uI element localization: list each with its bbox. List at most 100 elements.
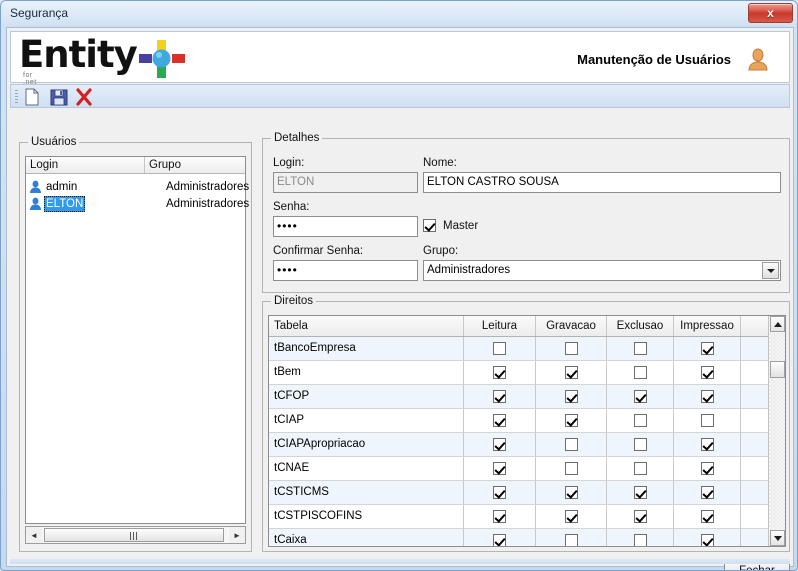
- table-cell-gravacao[interactable]: [536, 505, 607, 528]
- exclusao-checkbox[interactable]: [633, 462, 647, 475]
- table-row[interactable]: tCIAPApropriacao: [269, 433, 770, 457]
- table-cell-leitura[interactable]: [464, 361, 536, 384]
- table-cell-leitura[interactable]: [464, 337, 536, 360]
- direitos-grid[interactable]: Tabela Leitura Gravacao Exclusao Impress…: [268, 315, 786, 547]
- table-cell-impressao[interactable]: [674, 409, 741, 432]
- users-list[interactable]: Login Grupo admin Administradores ELTON …: [25, 156, 249, 524]
- users-column-login[interactable]: Login: [26, 157, 145, 173]
- table-row[interactable]: tCNAE: [269, 457, 770, 481]
- gravacao-checkbox[interactable]: [564, 462, 578, 475]
- leitura-checkbox[interactable]: [493, 414, 506, 427]
- table-cell-impressao[interactable]: [674, 505, 741, 528]
- new-button[interactable]: [22, 88, 42, 106]
- master-checkbox[interactable]: Master: [423, 219, 478, 232]
- gravacao-checkbox[interactable]: [564, 414, 578, 427]
- scroll-up-arrow-icon[interactable]: [770, 316, 785, 332]
- table-cell-gravacao[interactable]: [536, 457, 607, 480]
- exclusao-checkbox[interactable]: [633, 366, 647, 379]
- table-cell-impressao[interactable]: [674, 385, 741, 408]
- table-cell-exclusao[interactable]: [607, 409, 674, 432]
- table-cell-gravacao[interactable]: [536, 409, 607, 432]
- chevron-down-icon[interactable]: [762, 262, 779, 279]
- table-cell-exclusao[interactable]: [607, 481, 674, 504]
- exclusao-checkbox[interactable]: [633, 390, 647, 403]
- leitura-checkbox[interactable]: [493, 366, 506, 379]
- senha-input[interactable]: ••••: [273, 216, 418, 237]
- table-cell-exclusao[interactable]: [607, 337, 674, 360]
- exclusao-checkbox[interactable]: [633, 414, 647, 427]
- table-cell-exclusao[interactable]: [607, 529, 674, 546]
- table-row[interactable]: tCFOP: [269, 385, 770, 409]
- master-checkbox-box[interactable]: [423, 219, 436, 232]
- table-cell-impressao[interactable]: [674, 481, 741, 504]
- gravacao-checkbox[interactable]: [564, 534, 578, 546]
- exclusao-checkbox[interactable]: [633, 510, 647, 523]
- leitura-checkbox[interactable]: [493, 390, 506, 403]
- table-cell-impressao[interactable]: [674, 337, 741, 360]
- leitura-checkbox[interactable]: [493, 342, 506, 355]
- gravacao-checkbox[interactable]: [564, 342, 578, 355]
- table-cell-leitura[interactable]: [464, 505, 536, 528]
- scroll-down-arrow-icon[interactable]: [770, 530, 785, 546]
- leitura-checkbox[interactable]: [493, 462, 506, 475]
- grid-column-tabela[interactable]: Tabela: [269, 316, 464, 336]
- table-row[interactable]: tCaixa: [269, 529, 770, 546]
- nome-input[interactable]: ELTON CASTRO SOUSA: [423, 172, 781, 193]
- impressao-checkbox[interactable]: [700, 486, 714, 499]
- table-cell-leitura[interactable]: [464, 481, 536, 504]
- table-cell-leitura[interactable]: [464, 385, 536, 408]
- table-cell-exclusao[interactable]: [607, 505, 674, 528]
- login-input[interactable]: ELTON: [273, 172, 418, 193]
- gravacao-checkbox[interactable]: [564, 390, 578, 403]
- impressao-checkbox[interactable]: [700, 462, 714, 475]
- table-cell-exclusao[interactable]: [607, 385, 674, 408]
- table-row[interactable]: tBancoEmpresa: [269, 337, 770, 361]
- gravacao-checkbox[interactable]: [564, 366, 578, 379]
- grupo-select[interactable]: Administradores: [423, 260, 781, 281]
- gravacao-checkbox[interactable]: [564, 438, 578, 451]
- table-cell-impressao[interactable]: [674, 361, 741, 384]
- delete-button[interactable]: [74, 88, 94, 106]
- leitura-checkbox[interactable]: [493, 438, 506, 451]
- direitos-vertical-scrollbar[interactable]: [768, 316, 785, 546]
- impressao-checkbox[interactable]: [700, 366, 714, 379]
- grid-column-gravacao[interactable]: Gravacao: [536, 316, 607, 336]
- list-item[interactable]: ELTON Administradores: [26, 196, 249, 212]
- leitura-checkbox[interactable]: [493, 486, 506, 499]
- leitura-checkbox[interactable]: [493, 510, 506, 523]
- exclusao-checkbox[interactable]: [633, 438, 647, 451]
- scroll-thumb[interactable]: [770, 361, 785, 378]
- list-item[interactable]: admin Administradores: [26, 179, 249, 195]
- gravacao-checkbox[interactable]: [564, 510, 578, 523]
- exclusao-checkbox[interactable]: [633, 534, 647, 546]
- scroll-left-arrow-icon[interactable]: ◄: [26, 527, 42, 543]
- table-cell-gravacao[interactable]: [536, 337, 607, 360]
- grid-column-exclusao[interactable]: Exclusao: [607, 316, 674, 336]
- impressao-checkbox[interactable]: [700, 438, 714, 451]
- toolbar-grip-icon[interactable]: [15, 90, 18, 104]
- table-cell-leitura[interactable]: [464, 409, 536, 432]
- table-cell-leitura[interactable]: [464, 529, 536, 546]
- impressao-checkbox[interactable]: [700, 414, 714, 427]
- table-row[interactable]: tCSTICMS: [269, 481, 770, 505]
- confirmar-senha-input[interactable]: ••••: [273, 260, 418, 281]
- table-cell-gravacao[interactable]: [536, 385, 607, 408]
- exclusao-checkbox[interactable]: [633, 486, 647, 499]
- table-cell-impressao[interactable]: [674, 457, 741, 480]
- exclusao-checkbox[interactable]: [633, 342, 647, 355]
- scroll-track[interactable]: [42, 527, 229, 543]
- close-button[interactable]: x: [748, 3, 793, 23]
- table-cell-gravacao[interactable]: [536, 361, 607, 384]
- impressao-checkbox[interactable]: [700, 510, 714, 523]
- scroll-right-arrow-icon[interactable]: ►: [229, 527, 245, 543]
- table-cell-impressao[interactable]: [674, 433, 741, 456]
- table-row[interactable]: tBem: [269, 361, 770, 385]
- save-button[interactable]: [49, 88, 69, 106]
- scroll-thumb[interactable]: [44, 528, 224, 542]
- grid-column-leitura[interactable]: Leitura: [464, 316, 536, 336]
- table-cell-gravacao[interactable]: [536, 529, 607, 546]
- table-cell-exclusao[interactable]: [607, 433, 674, 456]
- impressao-checkbox[interactable]: [700, 390, 714, 403]
- users-horizontal-scrollbar[interactable]: ◄ ►: [25, 526, 246, 544]
- impressao-checkbox[interactable]: [700, 342, 714, 355]
